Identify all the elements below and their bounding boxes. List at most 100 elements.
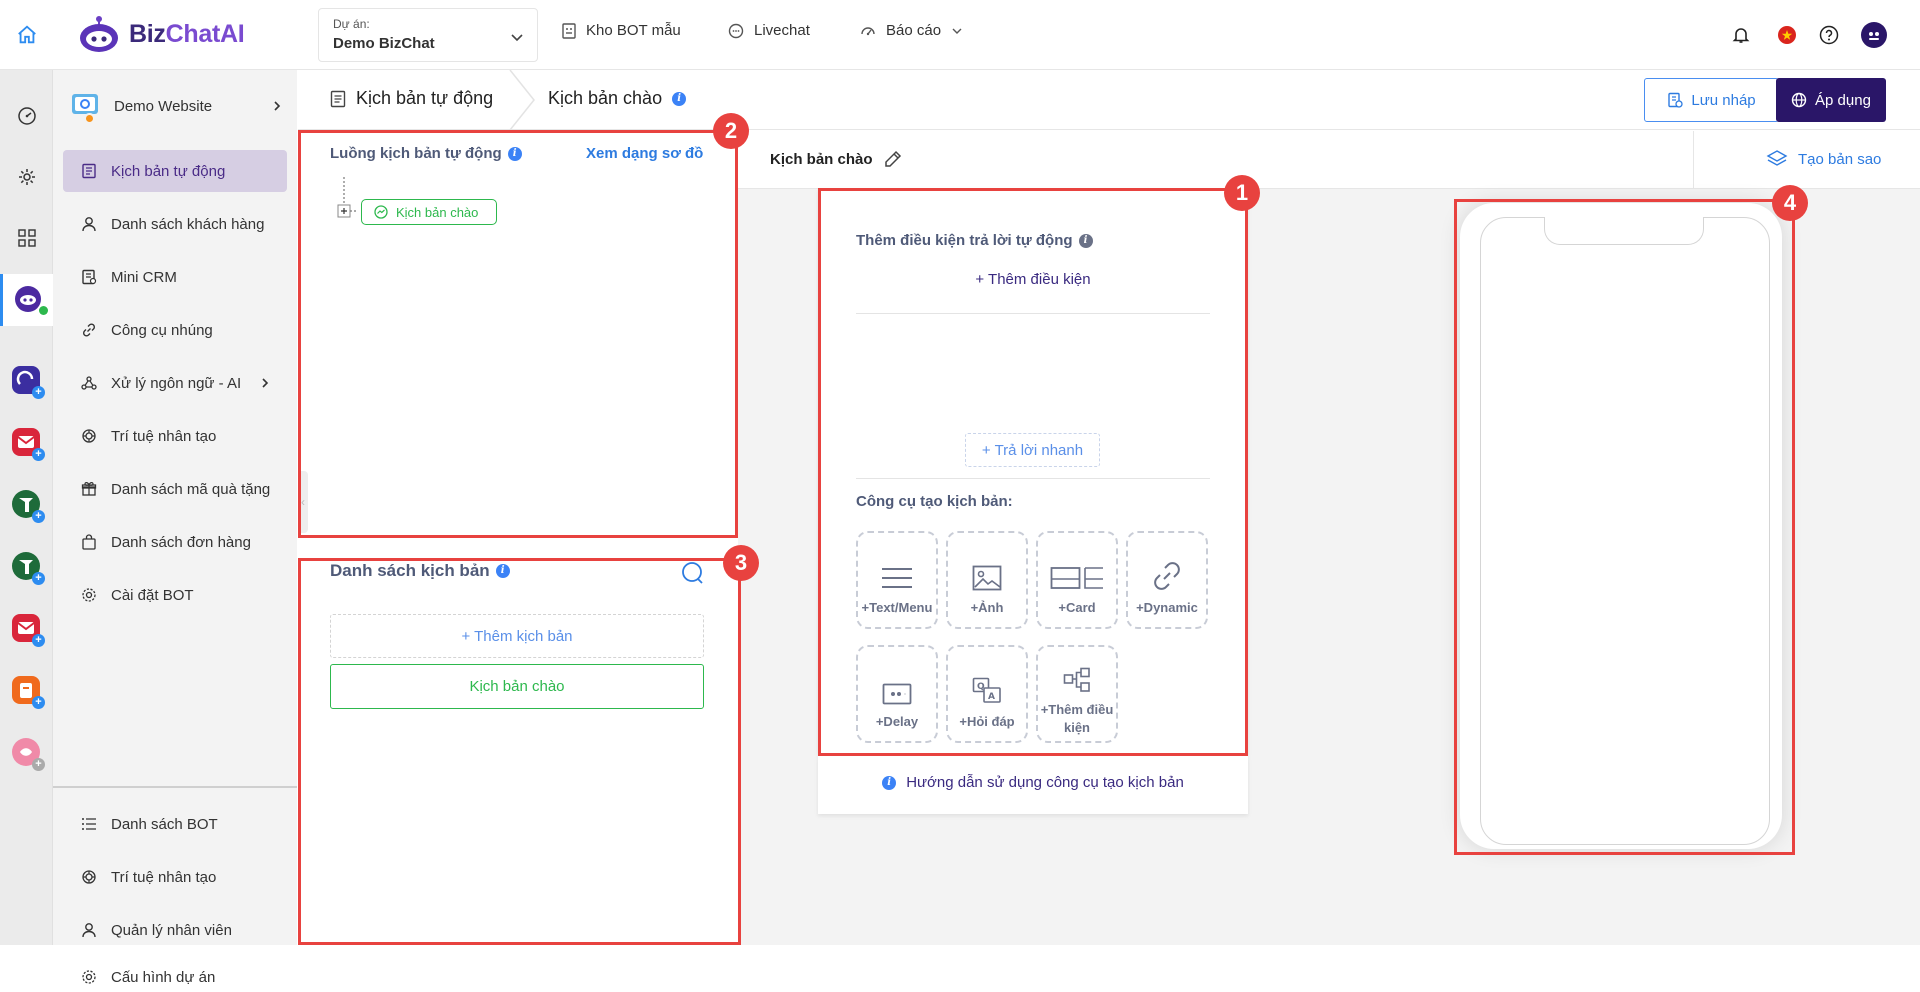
nav-label: Báo cáo [886, 22, 942, 39]
breadcrumb-separator [509, 70, 535, 130]
breadcrumb-parent[interactable]: Kịch bản tự động [330, 88, 493, 109]
sidebar-item-label: Quản lý nhân viên [111, 921, 232, 939]
annotation-badge-1: 1 [1224, 175, 1260, 211]
apply-button[interactable]: Áp dụng [1776, 78, 1886, 122]
app-icon-6[interactable]: + [12, 676, 45, 709]
duplicate-button[interactable]: Tạo bản sao [1766, 149, 1881, 169]
apply-label: Áp dụng [1815, 91, 1871, 109]
save-draft-button[interactable]: Lưu nháp [1644, 78, 1779, 122]
bell-icon[interactable] [1728, 22, 1754, 48]
rail-active-bizchat[interactable] [0, 274, 53, 326]
sidebar-item-label: Danh sách đơn hàng [111, 533, 251, 551]
ai-knot-icon [82, 870, 96, 884]
sidebar-item-ai[interactable]: Trí tuệ nhân tạo [63, 415, 287, 457]
sidebar-item-label: Công cụ nhúng [111, 321, 213, 339]
sidebar-item-embed-tools[interactable]: Công cụ nhúng [63, 309, 287, 351]
brand-logo[interactable]: BizChatAI [77, 14, 245, 54]
user-avatar[interactable] [1861, 22, 1887, 48]
ai-knot-icon [82, 429, 96, 443]
bizchat-app-icon [15, 286, 41, 312]
annotation-badge-3: 3 [723, 545, 759, 581]
document-icon [330, 90, 346, 107]
sidebar-item-bot-settings[interactable]: Cài đặt BOT [63, 574, 287, 616]
user-icon [82, 217, 96, 232]
nav-bot-templates[interactable]: Kho BOT mẫu [562, 22, 681, 39]
document-icon [82, 163, 96, 179]
crm-icon [82, 269, 97, 285]
sidebar-divider [53, 786, 297, 788]
chevron-right-icon [262, 378, 269, 388]
edit-pencil-icon[interactable] [883, 149, 903, 169]
sidebar-item-customers[interactable]: Danh sách khách hàng [63, 203, 287, 245]
script-name-text: Kịch bản chào [770, 150, 873, 168]
globe-icon [1791, 92, 1807, 108]
app-icon-5[interactable]: + [12, 614, 45, 647]
sidebar-item-orders[interactable]: Danh sách đơn hàng [63, 521, 287, 563]
help-icon[interactable] [1816, 22, 1842, 48]
save-draft-label: Lưu nháp [1691, 91, 1756, 109]
top-bar: BizChatAI Dự án: Demo BizChat Kho BOT mẫ… [0, 0, 1920, 70]
annotation-badge-2: 2 [713, 113, 749, 149]
sidebar-item-label: Trí tuệ nhân tạo [111, 427, 217, 445]
project-value: Demo BizChat [333, 35, 435, 52]
gauge-icon [861, 26, 875, 35]
duplicate-label: Tạo bản sao [1798, 150, 1882, 168]
chevron-right-icon [274, 101, 281, 111]
home-icon[interactable] [0, 0, 53, 70]
sidebar-item-label: Danh sách khách hàng [111, 215, 265, 233]
app-icon-3[interactable]: + [12, 490, 45, 523]
brand-name-biz: Biz [129, 19, 166, 48]
project-selector[interactable]: Dự án: Demo BizChat [318, 8, 538, 62]
sidebar-item-label: Danh sách mã quà tặng [111, 480, 271, 498]
highlight-box-1 [818, 188, 1248, 756]
website-bot-icon [70, 91, 100, 124]
sidebar-item-label: Xử lý ngôn ngữ - AI [111, 374, 242, 392]
annotation-badge-4: 4 [1772, 185, 1808, 221]
layers-icon [1766, 150, 1788, 166]
project-label: Dự án: [333, 17, 370, 31]
breadcrumb-current-label: Kịch bản chào [548, 88, 663, 108]
nav-reports[interactable]: Báo cáo [860, 22, 963, 39]
guide-link[interactable]: i Hướng dẫn sử dụng công cụ tạo kịch bản [818, 774, 1248, 791]
nav-label: Livechat [754, 22, 810, 39]
brand-name-chatai: ChatAI [165, 19, 245, 48]
breadcrumb-current: Kịch bản chào i [548, 88, 687, 109]
guide-link-text: Hướng dẫn sử dụng công cụ tạo kịch bản [906, 774, 1184, 791]
sidebar-item-label: Kịch bản tự động [111, 162, 226, 180]
sidebar-item-label: Cài đặt BOT [111, 586, 194, 604]
vietnam-flag-icon[interactable] [1774, 22, 1800, 48]
gear-icon [82, 588, 96, 602]
robot-logo-icon [80, 16, 118, 52]
sidebar-item-ai-bottom[interactable]: Trí tuệ nhân tạo [63, 856, 287, 898]
sidebar-item-project-config[interactable]: Cấu hình dự án [63, 962, 287, 992]
app-icon-4[interactable]: + [12, 552, 45, 585]
app-icon-7[interactable]: + [12, 738, 45, 771]
chevron-down-icon [511, 34, 523, 42]
sidebar-item-gift-codes[interactable]: Danh sách mã quà tặng [63, 468, 287, 510]
nav-livechat[interactable]: Livechat [728, 22, 810, 39]
nav-label: Kho BOT mẫu [586, 22, 681, 39]
sidebar-item-nlp-ai[interactable]: Xử lý ngôn ngữ - AI [63, 362, 287, 404]
sidebar-item-label: Mini CRM [111, 268, 177, 286]
highlight-box-4 [1454, 199, 1795, 855]
app-icon-2[interactable]: + [12, 428, 45, 461]
app-icon-1[interactable]: + [12, 366, 45, 399]
list-icon [82, 818, 96, 830]
editor-subheader: Kịch bản chào Tạo bản sao [738, 131, 1920, 189]
breadcrumb-parent-label: Kịch bản tự động [356, 88, 494, 108]
sidebar-item-mini-crm[interactable]: Mini CRM [63, 256, 287, 298]
bot-template-icon [562, 22, 576, 39]
guide-bar: i Hướng dẫn sử dụng công cụ tạo kịch bản [818, 756, 1248, 814]
settings-icon[interactable] [11, 161, 43, 193]
highlight-box-2 [298, 130, 738, 538]
chat-bubble-icon [728, 23, 744, 38]
website-selector[interactable]: Demo Website [70, 86, 285, 126]
dashboard-icon[interactable] [11, 100, 43, 132]
sidebar-item-auto-scripts[interactable]: Kịch bản tự động [63, 150, 287, 192]
draft-icon [1668, 92, 1684, 108]
link-icon [82, 323, 96, 337]
user-icon [82, 923, 96, 938]
apps-grid-icon[interactable] [11, 222, 43, 254]
info-icon[interactable]: i [672, 91, 687, 106]
sidebar-item-bot-list[interactable]: Danh sách BOT [63, 803, 287, 845]
